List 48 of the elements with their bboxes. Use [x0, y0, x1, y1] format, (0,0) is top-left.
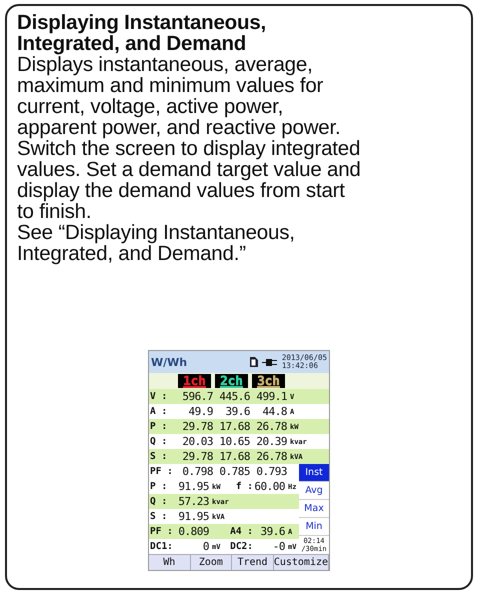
value-cell-text: 0.793: [255, 465, 287, 478]
row-label: S :: [149, 511, 168, 522]
value-cell-text: 91.95: [177, 510, 209, 523]
row-label: A4 :: [230, 526, 253, 537]
value-cell-text: 49.9: [188, 405, 213, 418]
row-label: A :: [149, 406, 168, 417]
value-cell-text: 39.6: [224, 405, 250, 418]
row-label: PF :: [149, 526, 174, 537]
value-cell-text: 26.78: [255, 420, 287, 433]
value-cell-text: 20.39: [255, 435, 287, 448]
row-label: S :: [149, 451, 168, 462]
value-cell-text: 57.23: [177, 495, 209, 508]
value-cell-text: 445.6: [218, 390, 250, 403]
value-cell-text: 17.68: [218, 450, 250, 463]
row-label: DC2:: [230, 541, 253, 552]
value-cell: -0: [272, 540, 285, 553]
row-label: Q :: [149, 436, 168, 447]
value-cell-text: 0: [202, 540, 209, 553]
row-label: f :: [236, 481, 253, 492]
memory-card-icon: [248, 357, 258, 367]
description-text: Displays instantaneous, average, maximum and minimum values for current, voltage, active power, apparent power, and reactive power. Switch the screen to display integrated values. Set a demand target value and display the demand values from start to finish.: [17, 54, 362, 222]
plug-icon: [262, 358, 278, 366]
value-cell-text: 20.03: [181, 435, 213, 448]
screen-title: W/Wh: [151, 356, 188, 368]
row-label: DC1:: [149, 541, 174, 552]
value-cell-text: 499.1: [255, 390, 287, 403]
reference-text: See “Displaying Instantaneous, Integrated, and Demand.”: [17, 222, 296, 264]
row-label: V :: [149, 391, 168, 402]
section-heading: Displaying Instantaneous, Integrated, and Demand: [17, 12, 268, 54]
value-cell-text: 29.78: [181, 450, 213, 463]
row-label: PF :: [149, 466, 174, 477]
value-cell: 39.6: [260, 525, 285, 538]
value-cell: 60.00: [254, 480, 285, 493]
value-cell-text: 44.8: [262, 405, 287, 418]
softkey-button[interactable]: Customize: [274, 555, 330, 570]
value-cell-text: 26.78: [255, 450, 287, 463]
row-label: P :: [149, 421, 168, 432]
mode-button[interactable]: Inst: [299, 464, 329, 482]
value-cell-text: 10.65: [218, 435, 250, 448]
value-cell-text: 0.785: [218, 465, 250, 478]
value-cell-text: 91.95: [177, 480, 209, 493]
value-cell-text: 596.7: [181, 390, 213, 403]
row-label: P :: [149, 481, 168, 492]
value-cell-text: 0.809: [177, 525, 209, 538]
value-cell-text: 17.68: [218, 420, 250, 433]
value-cell-text: 0.798: [181, 465, 213, 478]
row-label: Q :: [149, 496, 168, 507]
value-cell-text: 29.78: [181, 420, 213, 433]
